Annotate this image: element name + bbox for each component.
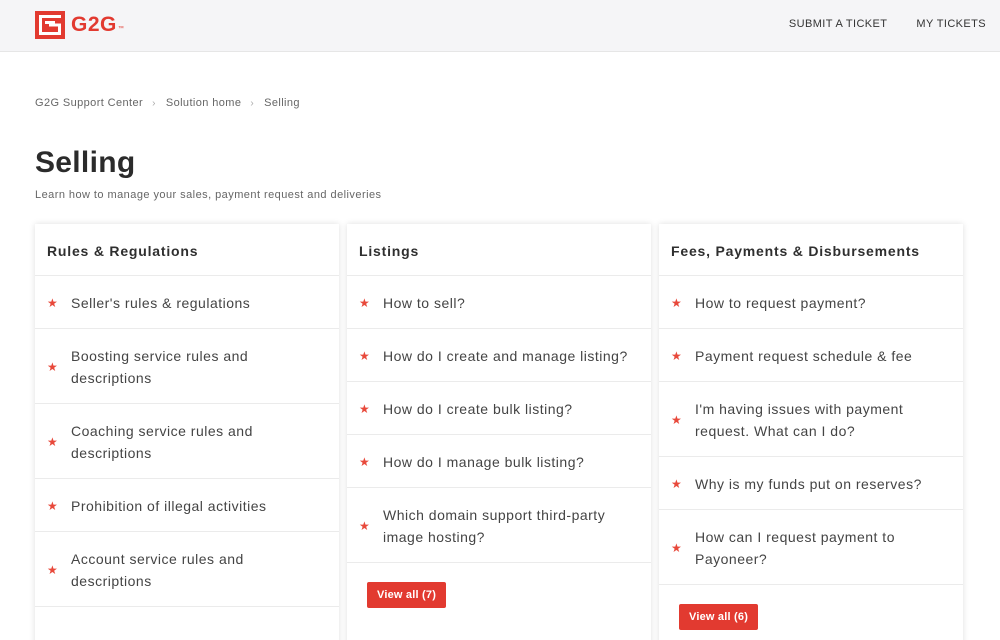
chevron-right-icon: › [152,97,156,109]
article-title[interactable]: Boosting service rules and descriptions [71,345,327,389]
view-all-button[interactable]: View all (7) [367,582,447,608]
section-title[interactable]: Rules & Regulations [35,224,339,276]
page-description: Learn how to manage your sales, payment … [35,189,382,201]
article-title[interactable]: Payment request schedule & fee [695,345,912,367]
star-icon: ★ [47,434,58,449]
page-title: Selling [35,146,136,179]
article-item[interactable]: ★ How can I request payment to Payoneer? [659,510,963,585]
my-tickets-link[interactable]: MY TICKETS [916,18,986,30]
star-icon: ★ [671,412,682,427]
view-all-button[interactable]: View all (6) [679,604,759,630]
star-icon: ★ [359,454,370,469]
article-item[interactable]: ★ How do I manage bulk listing? [347,435,651,488]
article-item[interactable]: ★ Which domain support third-party image… [347,488,651,563]
article-item[interactable]: ★ How to sell? [347,276,651,329]
top-nav: SUBMIT A TICKET MY TICKETS [789,18,986,30]
chevron-right-icon: › [250,97,255,109]
article-title[interactable]: How do I create and manage listing? [383,345,628,367]
article-item[interactable]: ★ How do I create bulk listing? [347,382,651,435]
article-title[interactable]: Why is my funds put on reserves? [695,473,922,495]
star-icon: ★ [671,540,682,555]
article-title[interactable]: Prohibition of illegal activities [71,495,266,517]
article-title[interactable]: How can I request payment to Payoneer? [695,526,951,570]
star-icon: ★ [671,476,682,491]
article-item[interactable]: ★ How to request payment? [659,276,963,329]
breadcrumb-solution-home[interactable]: Solution home [166,97,242,109]
article-item[interactable]: ★ How do I create and manage listing? [347,329,651,382]
section-fees-payments: Fees, Payments & Disbursements ★ How to … [659,224,963,640]
submit-ticket-link[interactable]: SUBMIT A TICKET [789,18,888,30]
breadcrumb-support-center[interactable]: G2G Support Center [35,97,143,109]
article-title[interactable]: How do I create bulk listing? [383,398,573,420]
article-title[interactable]: Coaching service rules and descriptions [71,420,327,464]
star-icon: ★ [359,295,370,310]
article-item[interactable]: ★ Coaching service rules and description… [35,404,339,479]
section-title[interactable]: Listings [347,224,651,276]
brand-name: G2G [71,13,117,36]
article-item[interactable]: ★ I'm having issues with payment request… [659,382,963,457]
header: G2G ™ SUBMIT A TICKET MY TICKETS [0,0,1000,52]
g2g-logo[interactable]: G2G ™ [35,11,124,39]
article-item[interactable]: ★ Prohibition of illegal activities [35,479,339,532]
article-title[interactable]: I'm having issues with payment request. … [695,398,951,442]
article-item[interactable]: ★ Account service rules and descriptions [35,532,339,607]
star-icon: ★ [359,348,370,363]
breadcrumb-selling[interactable]: Selling [264,97,300,109]
star-icon: ★ [47,359,58,374]
article-item[interactable]: ★ Payment request schedule & fee [659,329,963,382]
section-title[interactable]: Fees, Payments & Disbursements [659,224,963,276]
star-icon: ★ [671,348,682,363]
article-item[interactable]: ★ Boosting service rules and description… [35,329,339,404]
section-listings: Listings ★ How to sell? ★ How do I creat… [347,224,651,640]
star-icon: ★ [47,562,58,577]
section-rules-regulations: Rules & Regulations ★ Seller's rules & r… [35,224,339,640]
article-item[interactable]: ★ Why is my funds put on reserves? [659,457,963,510]
g2g-logo-icon [35,11,65,39]
star-icon: ★ [359,518,370,533]
brand-trademark: ™ [117,26,124,32]
article-title[interactable]: How to sell? [383,292,465,314]
article-title[interactable]: How do I manage bulk listing? [383,451,584,473]
article-title[interactable]: Account service rules and descriptions [71,548,327,592]
star-icon: ★ [359,401,370,416]
article-title[interactable]: Seller's rules & regulations [71,292,250,314]
article-title[interactable]: How to request payment? [695,292,866,314]
article-item[interactable]: ★ Seller's rules & regulations [35,276,339,329]
star-icon: ★ [47,295,58,310]
star-icon: ★ [47,498,58,513]
breadcrumb: G2G Support Center › Solution home › Sel… [35,97,300,109]
article-title[interactable]: Which domain support third-party image h… [383,504,639,548]
star-icon: ★ [671,295,682,310]
